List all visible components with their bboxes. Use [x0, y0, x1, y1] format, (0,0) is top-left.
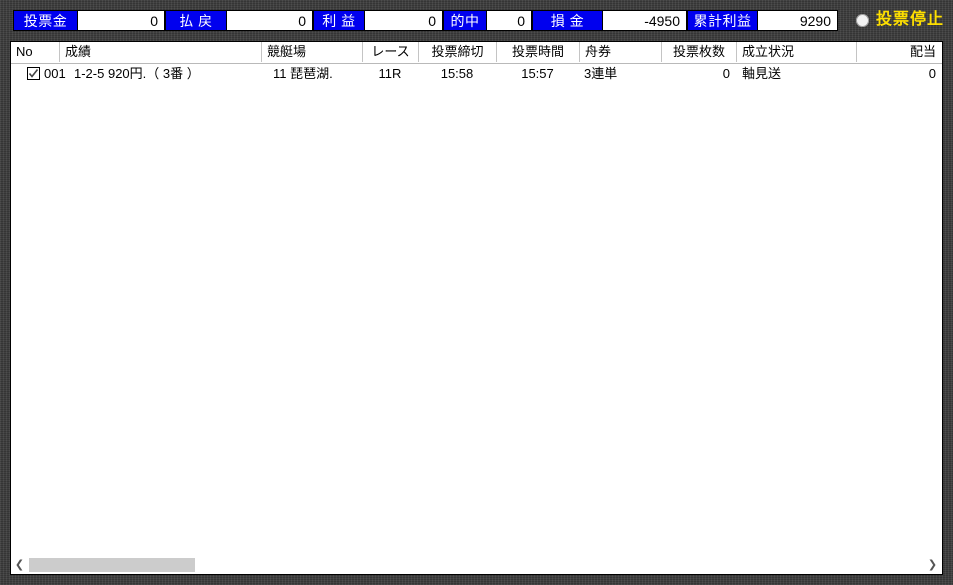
summary-label-tekichu: 的中 — [443, 10, 487, 31]
column-header-no[interactable]: No — [11, 42, 59, 62]
cell-race: 11R — [378, 66, 402, 81]
cell-tickets: 0 — [722, 66, 730, 81]
cell-vote-time: 15:57 — [521, 66, 554, 81]
summary-value-toyhyokin: 0 — [78, 10, 165, 31]
summary-label-ruikeirieki: 累計利益 — [687, 10, 758, 31]
summary-label-rieki: 利 益 — [313, 10, 365, 31]
column-header-ticket[interactable]: 舟券 — [579, 42, 661, 62]
summary-value-rieki: 0 — [365, 10, 443, 31]
summary-label-toyhyokin: 投票金 — [13, 10, 78, 31]
column-header-vote-time[interactable]: 投票時間 — [496, 42, 579, 62]
column-header-status[interactable]: 成立状況 — [736, 42, 856, 62]
column-header-race[interactable]: レース — [362, 42, 418, 62]
column-header-payout[interactable]: 配当 — [856, 42, 942, 62]
cell-deadline: 15:58 — [440, 66, 474, 81]
summary-value-tekichu: 0 — [487, 10, 532, 31]
application-window: 投票金 0 払 戻 0 利 益 0 的中 0 損 金 -4950 累計利益 92… — [0, 0, 953, 585]
column-header-venue[interactable]: 競艇場 — [261, 42, 362, 62]
summary-bar: 投票金 0 払 戻 0 利 益 0 的中 0 損 金 -4950 累計利益 92… — [0, 0, 953, 40]
grid-header-row: No 成績 競艇場 レース 投票締切 投票時間 舟券 投票枚数 成立状況 配当 — [11, 42, 942, 64]
status-lamp-icon — [856, 14, 869, 27]
horizontal-scrollbar[interactable]: ❮ ❯ — [10, 557, 943, 575]
summary-value-sonkin: -4950 — [603, 10, 687, 31]
summary-label-haraimodoshi: 払 戻 — [165, 10, 227, 31]
cell-payout: 0 — [928, 66, 936, 81]
column-header-deadline[interactable]: 投票締切 — [418, 42, 496, 62]
status-text: 投票停止 — [876, 11, 945, 28]
scroll-right-arrow-icon[interactable]: ❯ — [924, 557, 941, 573]
summary-value-haraimodoshi: 0 — [227, 10, 313, 31]
cell-result: 1-2-5 920円.（ 3番 ） — [74, 66, 200, 81]
column-header-tickets[interactable]: 投票枚数 — [661, 42, 736, 62]
scrollbar-thumb[interactable] — [29, 558, 195, 572]
grid-body: 001 1-2-5 920円.（ 3番 ） 11 琵琶湖. 11R 15:58 … — [11, 64, 942, 551]
cell-venue: 11 琵琶湖. — [273, 66, 333, 81]
vote-list-panel: No 成績 競艇場 レース 投票締切 投票時間 舟券 投票枚数 成立状況 配当 … — [10, 41, 943, 572]
row-select-checkbox[interactable] — [27, 67, 40, 80]
cell-ticket: 3連単 — [584, 66, 618, 81]
cell-status: 軸見送 — [742, 66, 782, 81]
summary-value-ruikeirieki: 9290 — [758, 10, 838, 31]
scroll-left-arrow-icon[interactable]: ❮ — [11, 557, 28, 573]
column-header-result[interactable]: 成績 — [59, 42, 261, 62]
summary-label-sonkin: 損 金 — [532, 10, 603, 31]
table-row[interactable]: 001 1-2-5 920円.（ 3番 ） 11 琵琶湖. 11R 15:58 … — [11, 64, 942, 84]
